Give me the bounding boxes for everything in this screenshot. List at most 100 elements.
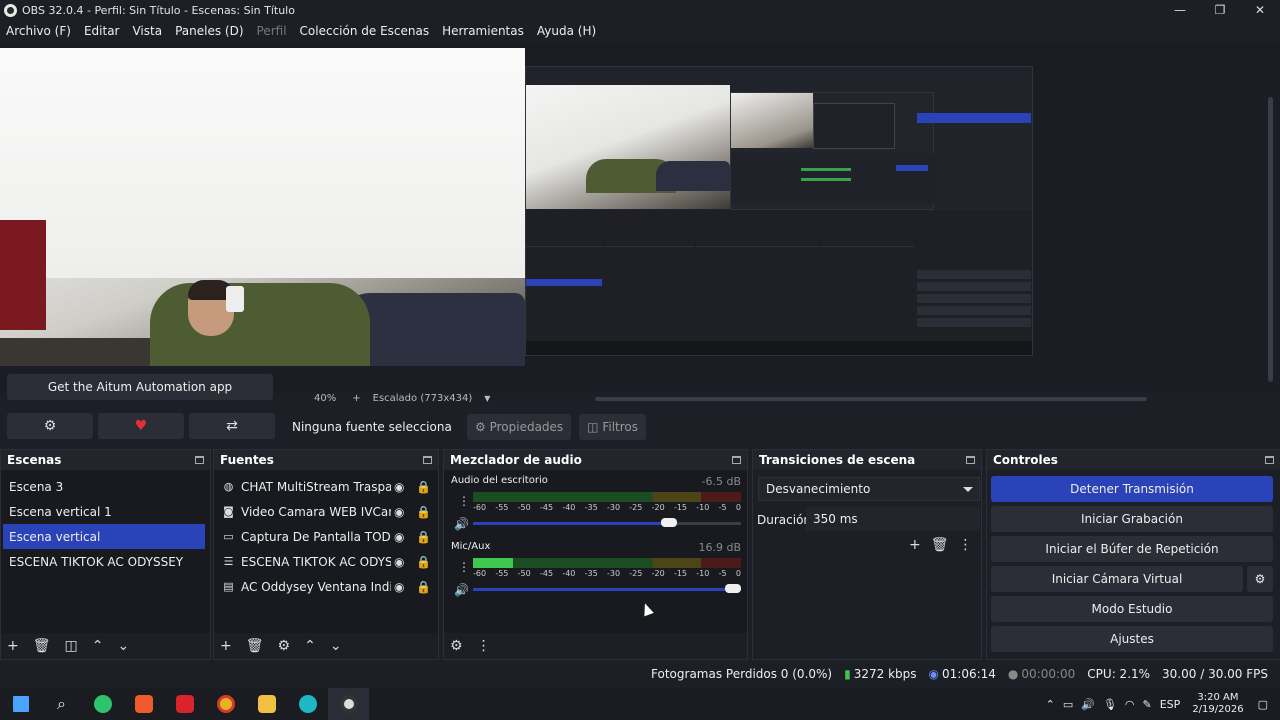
menu-ayuda[interactable]: Ayuda (H): [537, 24, 596, 38]
battery-icon[interactable]: ▭: [1063, 698, 1073, 711]
chrome-icon[interactable]: [205, 688, 246, 720]
source-label: Video Camara WEB IVCam Drc: [241, 504, 391, 519]
more-icon[interactable]: ⋮: [458, 494, 470, 508]
source-item[interactable]: ◙ Video Camara WEB IVCam Drc◉ 🔒: [214, 499, 438, 524]
trash-icon[interactable]: 🗑: [246, 638, 264, 654]
bitrate: 3272 kbps: [853, 667, 917, 681]
volume-slider[interactable]: [473, 518, 741, 527]
more-icon[interactable]: ⋮: [477, 638, 491, 654]
eye-icon[interactable]: ◉: [394, 580, 404, 594]
sources-list: ◍CHAT MultiStream Trasparent◉🔒 ◙Video Ca…: [214, 470, 438, 633]
gear-icon[interactable]: ⚙: [278, 638, 291, 654]
add-icon[interactable]: +: [7, 638, 19, 654]
source-item[interactable]: ▤ AC Oddysey Ventana Individu◉ 🔒: [214, 574, 438, 599]
red-app-icon[interactable]: [164, 688, 205, 720]
app-icon-green[interactable]: [82, 688, 123, 720]
zoom-in-button[interactable]: +: [352, 393, 360, 404]
obs-taskbar-icon[interactable]: [328, 688, 369, 720]
menu-perfil[interactable]: Perfil: [257, 24, 287, 38]
menu-paneles[interactable]: Paneles (D): [175, 24, 243, 38]
lock-icon[interactable]: 🔒: [416, 555, 431, 569]
studio-mode-button[interactable]: Modo Estudio: [991, 596, 1273, 622]
trash-icon[interactable]: 🗑: [931, 537, 949, 553]
volume-slider[interactable]: [473, 584, 741, 593]
aitum-app-button[interactable]: Get the Aitum Automation app: [7, 374, 273, 400]
windows-start-icon[interactable]: [0, 688, 41, 720]
trash-icon[interactable]: 🗑: [33, 638, 51, 654]
start-recording-button[interactable]: Iniciar Grabación: [991, 506, 1273, 532]
settings-button[interactable]: Ajustes: [991, 626, 1273, 652]
lock-icon[interactable]: 🔒: [416, 580, 431, 594]
gear-icon[interactable]: ⚙: [7, 413, 93, 439]
record-time: 00:00:00: [1021, 667, 1076, 681]
clock[interactable]: 3:20 AM 2/19/2026: [1192, 692, 1243, 716]
start-virtual-camera-button[interactable]: Iniciar Cámara Virtual: [991, 566, 1243, 592]
more-icon[interactable]: ⋮: [458, 560, 470, 574]
wifi-icon[interactable]: ◠: [1125, 698, 1135, 711]
undock-icon[interactable]: [1265, 456, 1274, 464]
advanced-audio-icon[interactable]: ⚙: [450, 638, 463, 654]
filters-button[interactable]: ◫ Filtros: [579, 414, 646, 440]
eye-icon[interactable]: ◉: [394, 555, 404, 569]
chevron-down-icon[interactable]: ⌄: [330, 638, 342, 654]
menu-coleccion-escenas[interactable]: Colección de Escenas: [300, 24, 430, 38]
add-icon[interactable]: +: [220, 638, 232, 654]
preview-vertical-scrollbar[interactable]: [1266, 42, 1276, 392]
chevron-up-icon[interactable]: ⌃: [304, 638, 316, 654]
eye-icon[interactable]: ◉: [394, 505, 404, 519]
close-button[interactable]: ✕: [1240, 0, 1280, 20]
brave-icon[interactable]: [123, 688, 164, 720]
speaker-icon[interactable]: 🔊: [454, 517, 469, 531]
lock-icon[interactable]: 🔒: [416, 505, 431, 519]
pen-icon[interactable]: ✎: [1143, 698, 1152, 711]
more-icon[interactable]: ⋮: [959, 537, 973, 553]
menu-bar: Archivo (F) Editar Vista Paneles (D) Per…: [0, 20, 1280, 42]
heart-icon[interactable]: ♥: [98, 413, 184, 439]
teal-app-icon[interactable]: [287, 688, 328, 720]
cpu-usage: CPU: 2.1%: [1087, 667, 1151, 681]
minimize-button[interactable]: —: [1160, 0, 1200, 20]
maximize-button[interactable]: ❐: [1200, 0, 1240, 20]
menu-archivo[interactable]: Archivo (F): [6, 24, 71, 38]
eye-icon[interactable]: ◉: [394, 480, 404, 494]
add-icon[interactable]: +: [909, 537, 921, 553]
chevron-up-icon[interactable]: ⌃: [1046, 698, 1055, 711]
undock-icon[interactable]: [732, 456, 741, 464]
gear-icon[interactable]: ⚙: [1247, 566, 1273, 592]
lock-icon[interactable]: 🔒: [416, 530, 431, 544]
transition-select[interactable]: Desvanecimiento: [758, 477, 980, 501]
start-replay-buffer-button[interactable]: Iniciar el Búfer de Repetición: [991, 536, 1273, 562]
menu-editar[interactable]: Editar: [84, 24, 120, 38]
undock-icon[interactable]: [423, 456, 432, 464]
switch-icon[interactable]: ⇄: [189, 413, 275, 439]
notification-icon[interactable]: ▢: [1258, 698, 1268, 711]
speaker-icon[interactable]: 🔊: [454, 583, 469, 597]
filter-icon[interactable]: ◫: [65, 638, 78, 654]
chevron-up-icon[interactable]: ⌃: [92, 638, 104, 654]
scene-item[interactable]: ESCENA TIKTOK AC ODYSSEY: [1, 549, 210, 574]
scene-item-selected[interactable]: Escena vertical: [3, 524, 205, 549]
scene-item[interactable]: Escena vertical 1: [1, 499, 210, 524]
source-item[interactable]: ▭ Captura De Pantalla TODO "nc◉ 🔒: [214, 524, 438, 549]
menu-vista[interactable]: Vista: [132, 24, 162, 38]
volume-icon[interactable]: 🔊: [1081, 698, 1095, 711]
chevron-down-icon[interactable]: ⌄: [117, 638, 129, 654]
menu-herramientas[interactable]: Herramientas: [442, 24, 524, 38]
transitions-title: Transiciones de escena: [759, 453, 916, 467]
undock-icon[interactable]: [966, 456, 975, 464]
preview-horizontal-scrollbar[interactable]: [595, 397, 1147, 401]
source-item[interactable]: ◍ CHAT MultiStream Trasparent◉ 🔒: [214, 474, 438, 499]
file-explorer-icon[interactable]: [246, 688, 287, 720]
search-icon[interactable]: ⌕: [41, 688, 82, 720]
stop-streaming-button[interactable]: Detener Transmisión: [991, 476, 1273, 502]
eye-icon[interactable]: ◉: [394, 530, 404, 544]
lock-icon[interactable]: 🔒: [416, 480, 431, 494]
scale-dropdown-icon[interactable]: ▼: [484, 394, 490, 403]
language-indicator[interactable]: ESP: [1160, 698, 1181, 711]
undock-icon[interactable]: [195, 456, 204, 464]
microphone-icon[interactable]: 🎙: [1103, 698, 1117, 711]
properties-button[interactable]: ⚙ Propiedades: [467, 414, 572, 440]
source-item[interactable]: ☰ ESCENA TIKTOK AC ODYSSEY◉ 🔒: [214, 549, 438, 574]
scene-item[interactable]: Escena 3: [1, 474, 210, 499]
duration-input[interactable]: 350 ms: [806, 507, 980, 531]
